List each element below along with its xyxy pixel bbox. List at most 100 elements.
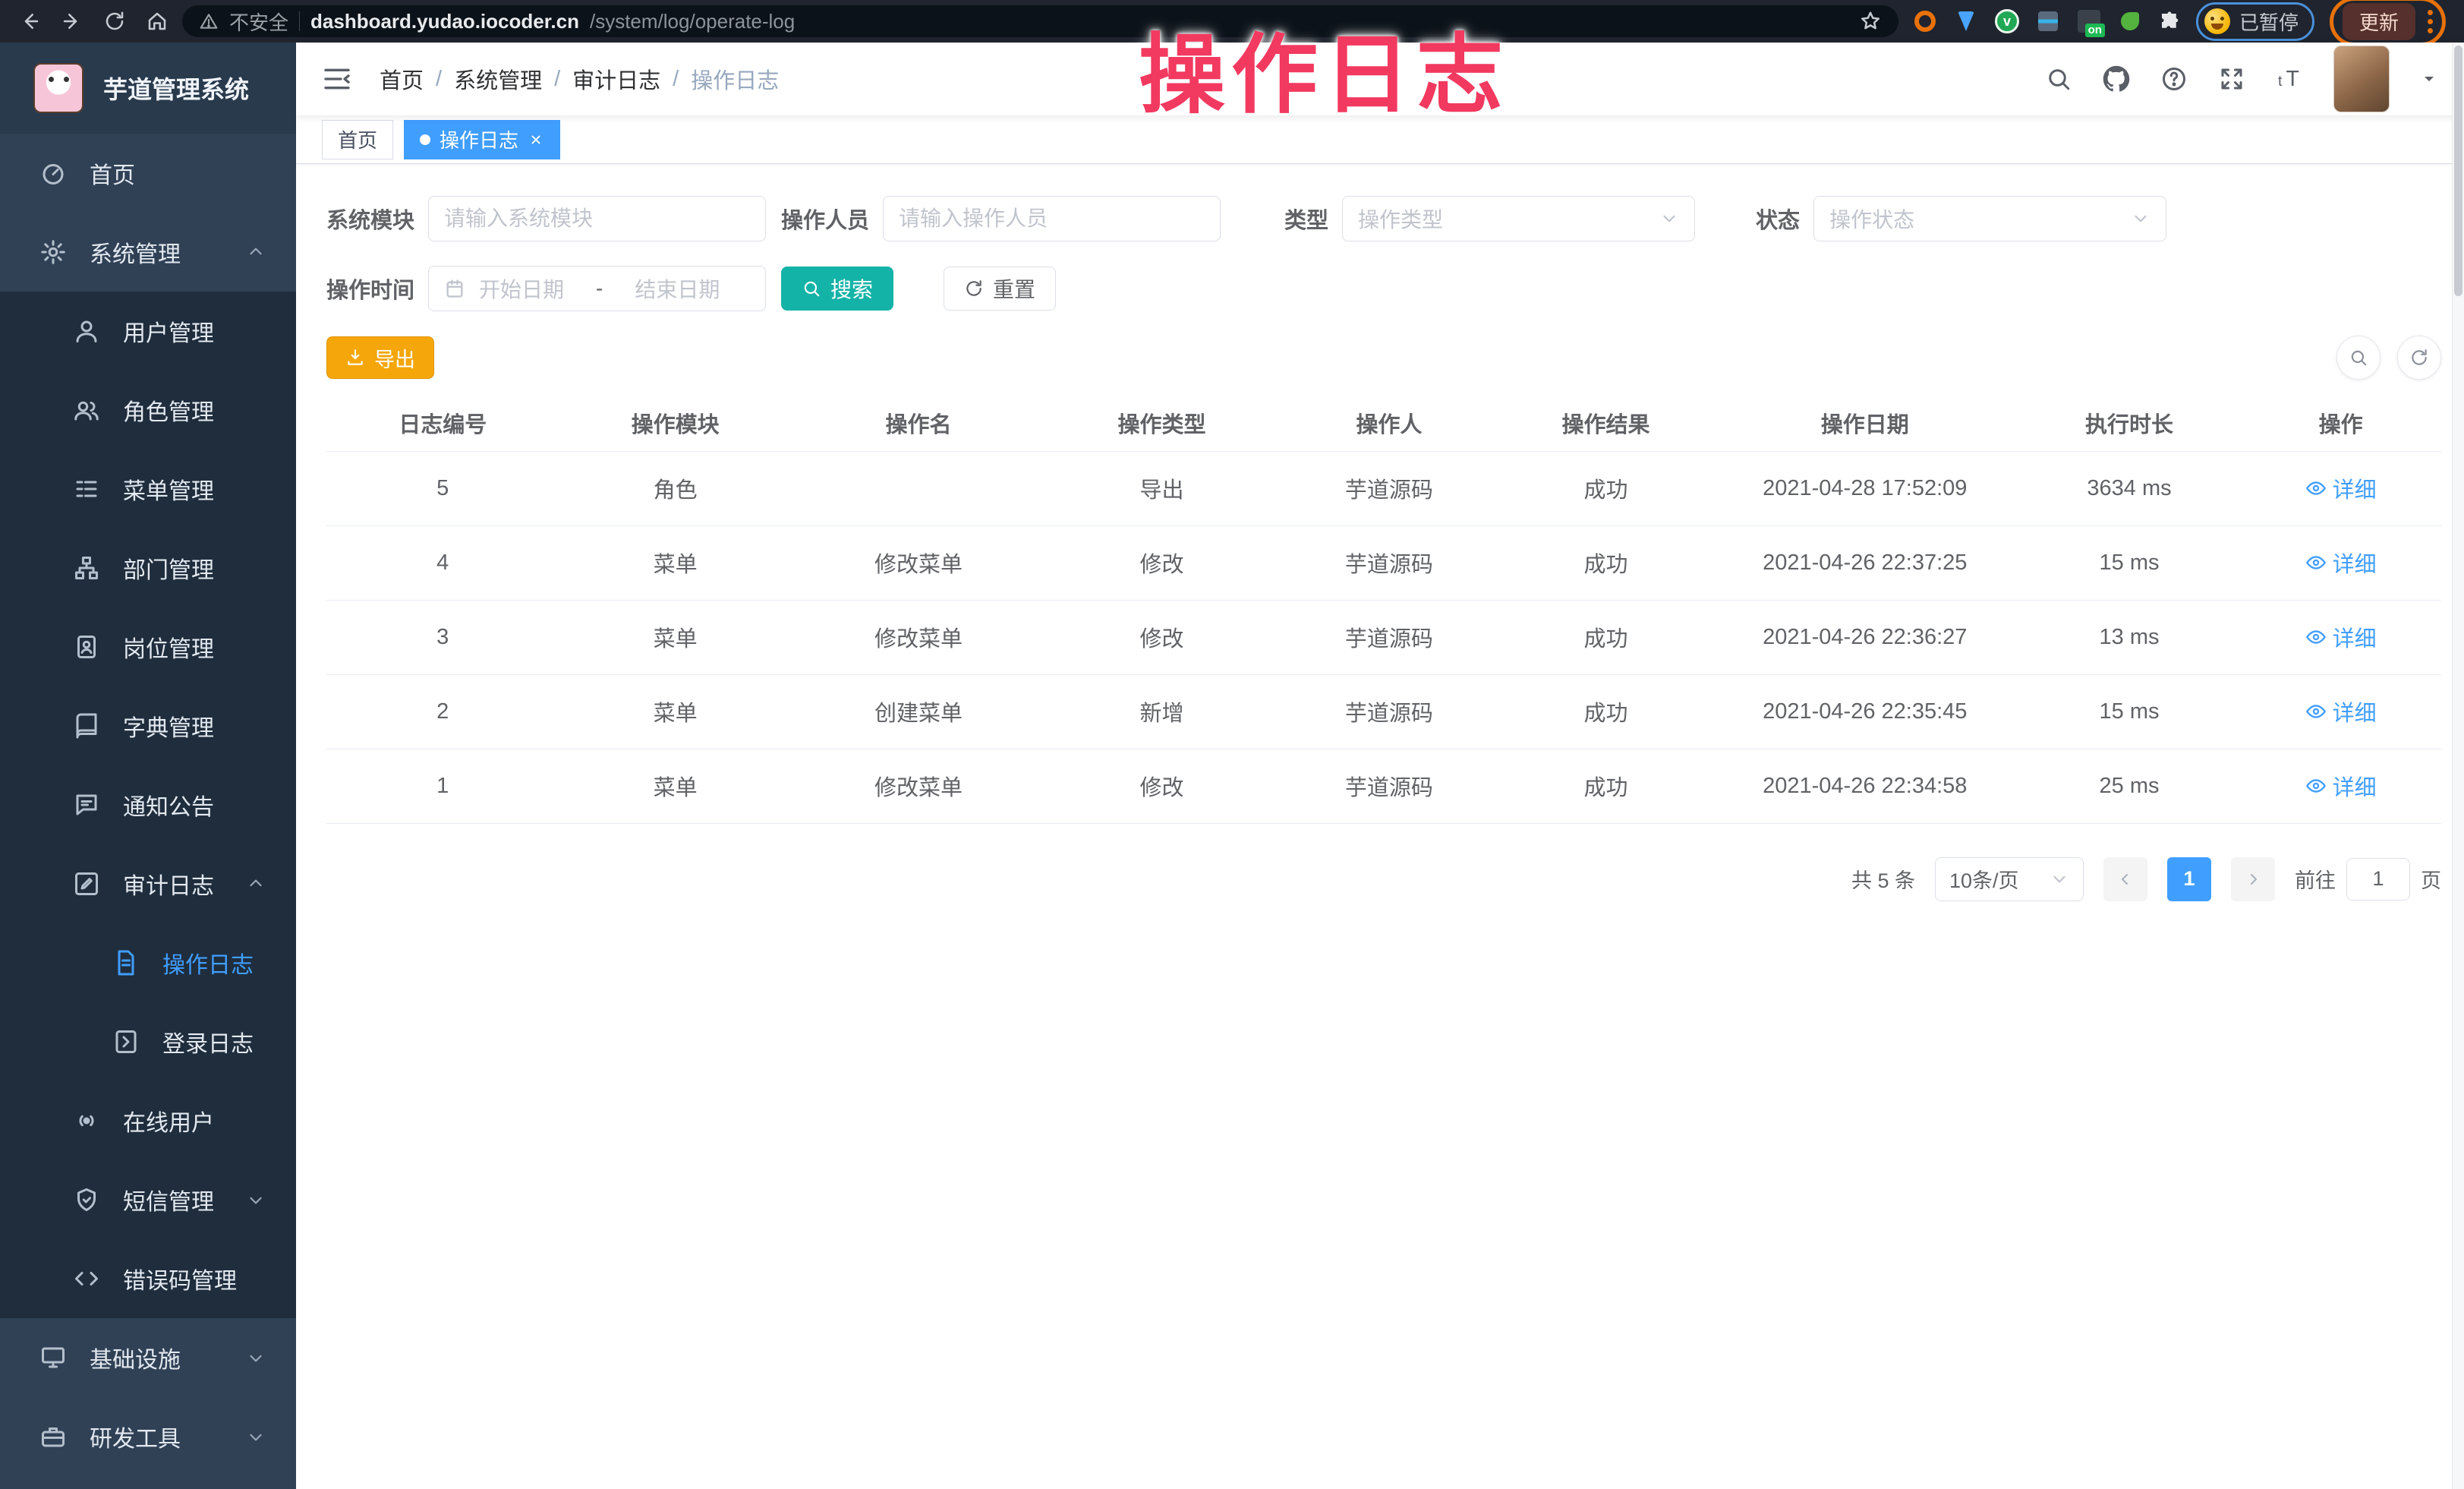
refresh-table-button[interactable] [2397,336,2441,380]
browser-profile-button[interactable]: 已暂停 [2196,2,2314,41]
extension-bars-icon[interactable] [2035,8,2061,34]
address-bar[interactable]: 不安全 dashboard.yudao.iocoder.cn /system/l… [182,5,1898,37]
detail-link[interactable]: 详细 [2305,696,2377,727]
tab-home[interactable]: 首页 [322,120,393,159]
users-icon [73,396,100,424]
sidebar-menu: 首页 系统管理 用户管理 角色管理 [0,134,296,1476]
browser-forward-button[interactable] [55,4,90,39]
sidebar-item-sms-management[interactable]: 短信管理 [0,1160,296,1239]
table-header-row: 日志编号 操作模块 操作名 操作类型 操作人 操作结果 操作日期 执行时长 操作 [326,395,2441,451]
breadcrumb-system[interactable]: 系统管理 [454,63,542,95]
sidebar-item-online-users[interactable]: 在线用户 [0,1081,296,1160]
user-avatar[interactable] [2333,46,2390,112]
operate-log-table: 日志编号 操作模块 操作名 操作类型 操作人 操作结果 操作日期 执行时长 操作 [326,395,2441,824]
main-area: 首页 / 系统管理 / 审计日志 / 操作日志 tT [296,43,2464,1489]
sidebar-item-login-log[interactable]: 登录日志 [0,1002,296,1081]
sidebar-item-menu-management[interactable]: 菜单管理 [0,450,296,528]
operator-input[interactable] [883,196,1221,241]
font-size-icon[interactable]: tT [2276,65,2303,93]
sidebar-item-role-management[interactable]: 角色管理 [0,371,296,450]
avatar-caret-down-icon[interactable] [2420,70,2438,88]
chevron-down-icon [246,1427,266,1446]
help-icon[interactable] [2160,65,2188,93]
filter-module: 系统模块 [326,196,766,241]
table-tools [2336,336,2441,380]
dashboard-icon [39,159,67,187]
chevron-up-icon [246,874,266,894]
filter-type: 类型 操作类型 [1284,196,1695,241]
tab-operate-log[interactable]: 操作日志 [404,120,560,159]
login-log-icon [112,1028,140,1055]
eye-icon [2305,775,2327,797]
next-page-button[interactable] [2231,857,2275,901]
col-duration: 执行时长 [2018,395,2241,451]
id-badge-icon [73,633,100,661]
reset-button[interactable]: 重置 [944,267,1056,311]
address-divider [299,11,300,31]
browser-home-button[interactable] [140,4,175,39]
browser-update-button[interactable]: 更新 [2343,3,2415,40]
extensions-area: v on 已暂停 更新 [1906,0,2452,46]
sidebar-item-operate-log[interactable]: 操作日志 [0,923,296,1002]
extension-on-badge-icon[interactable]: on [2076,8,2102,34]
sidebar-item-post-management[interactable]: 岗位管理 [0,607,296,686]
briefcase-icon [39,1423,67,1450]
status-select[interactable]: 操作状态 [1813,196,2166,241]
col-module: 操作模块 [559,395,791,451]
detail-link[interactable]: 详细 [2305,770,2377,802]
extensions-puzzle-icon[interactable] [2158,10,2181,33]
sidebar-item-dev-tools[interactable]: 研发工具 [0,1397,296,1476]
prev-page-button[interactable] [2103,857,2147,901]
sidebar-item-dict-management[interactable]: 字典管理 [0,686,296,765]
fullscreen-icon[interactable] [2218,65,2245,93]
chevron-down-icon [2050,869,2069,889]
extension-sprout-icon[interactable] [2117,8,2143,34]
extension-drop-icon[interactable] [1953,8,1979,34]
show-search-button[interactable] [2336,336,2381,380]
sidebar-item-department-management[interactable]: 部门管理 [0,528,296,607]
eye-icon [2305,626,2327,648]
sidebar-item-notice[interactable]: 通知公告 [0,765,296,844]
goto-page-input[interactable] [2346,858,2410,901]
browser-menu-icon[interactable] [2428,10,2433,33]
search-icon[interactable] [2045,65,2072,93]
extension-green-v-icon[interactable]: v [1994,8,2020,34]
page-size-select[interactable]: 10条/页 [1935,857,2084,901]
breadcrumb-home[interactable]: 首页 [380,63,424,95]
date-range-picker[interactable]: 开始日期 - 结束日期 [428,266,766,311]
sidebar-item-infrastructure[interactable]: 基础设施 [0,1318,296,1397]
browser-reload-button[interactable] [97,4,132,39]
extension-orange-icon[interactable] [1912,8,1938,34]
search-button[interactable]: 搜索 [781,267,893,311]
sidebar-item-home[interactable]: 首页 [0,134,296,213]
browser-back-button[interactable] [12,4,47,39]
col-log-id: 日志编号 [326,395,559,451]
app-title: 芋道管理系统 [103,71,249,106]
sidebar-item-audit-log[interactable]: 审计日志 [0,844,296,923]
filter-time: 操作时间 开始日期 - 结束日期 [326,266,766,311]
sidebar-collapse-icon[interactable] [322,64,352,94]
sidebar-item-system-management[interactable]: 系统管理 [0,213,296,292]
page-scrollbar[interactable] [2452,43,2464,1489]
detail-link[interactable]: 详细 [2305,472,2377,504]
security-label: 不安全 [229,8,288,36]
export-button[interactable]: 导出 [326,336,434,379]
page-number-1[interactable]: 1 [2167,857,2211,901]
breadcrumb-audit-log[interactable]: 审计日志 [572,63,660,95]
type-select[interactable]: 操作类型 [1342,196,1695,241]
download-icon [345,348,365,368]
sidebar-item-user-management[interactable]: 用户管理 [0,292,296,371]
module-input[interactable] [428,196,766,241]
detail-link[interactable]: 详细 [2305,621,2377,653]
detail-link[interactable]: 详细 [2305,547,2377,579]
app-logo-row[interactable]: 芋道管理系统 [0,43,296,134]
chevron-down-icon [246,1190,266,1210]
breadcrumb-current: 操作日志 [691,63,779,95]
bookmark-star-icon[interactable] [1859,10,1882,33]
close-icon[interactable] [528,131,544,148]
calendar-icon [444,278,465,299]
sidebar-item-error-code[interactable]: 错误码管理 [0,1239,296,1318]
scrollbar-thumb[interactable] [2454,46,2462,296]
github-icon[interactable] [2103,65,2130,93]
online-users-icon [73,1107,100,1134]
